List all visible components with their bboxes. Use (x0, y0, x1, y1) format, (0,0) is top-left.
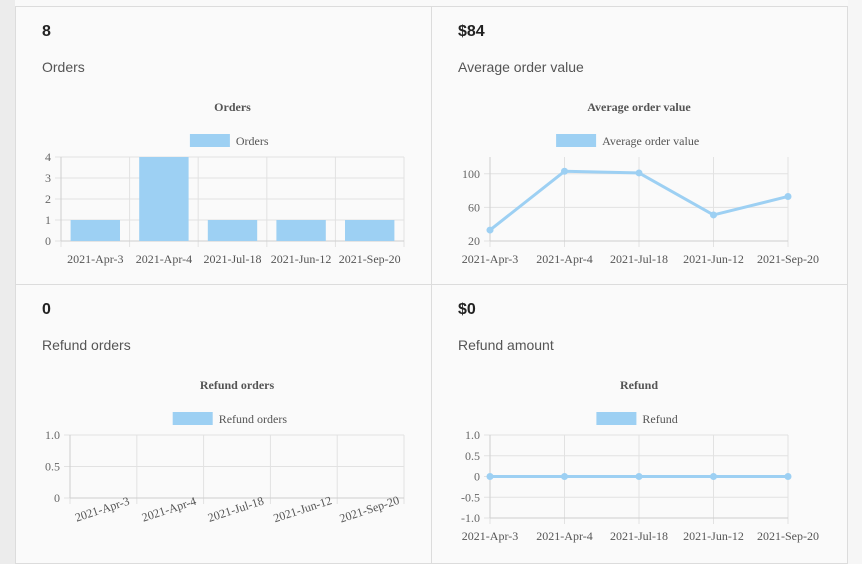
x-tick-label: 2021-Apr-3 (462, 252, 518, 266)
bar (139, 157, 189, 241)
refund-amount-card: $0 Refund amount Refund Refund -1.0 -0.5 0 0.… (431, 284, 848, 564)
x-tick-label: 2021-Jun-12 (683, 529, 744, 543)
refund-orders-card: 0 Refund orders Refund orders Refund orde… (15, 284, 432, 564)
data-point (635, 169, 643, 177)
x-tick-label: 2021-Sep-20 (757, 529, 819, 543)
y-tick-label: 1.0 (465, 428, 480, 442)
x-tick-label: 2021-Apr-4 (136, 252, 192, 266)
bar (70, 220, 120, 241)
orders-label: Orders (42, 59, 85, 75)
chart-title: Refund orders (200, 378, 275, 392)
legend-swatch (189, 134, 230, 147)
orders-count: 8 (42, 23, 51, 40)
refund-orders-count: 0 (42, 301, 51, 318)
y-tick-label: 3 (45, 171, 51, 185)
refund-orders-label: Refund orders (42, 337, 131, 353)
data-point (635, 473, 643, 480)
orders-card: 8 Orders Orders Orders 0 1 2 3 4 2021-Apr-3 2021… (15, 6, 432, 285)
y-tick-label: 2 (45, 192, 51, 206)
average-order-value-chart: Average order value Average order value 20… (462, 100, 819, 266)
legend-swatch (596, 412, 637, 425)
data-point (710, 211, 717, 219)
legend-label: Refund orders (219, 412, 288, 426)
chart-title: Refund (620, 378, 658, 392)
legend-label: Average order value (602, 134, 699, 148)
x-tick-label: 2021-Apr-3 (67, 252, 123, 266)
data-point (784, 192, 792, 200)
data-point (561, 473, 568, 480)
x-tick-label: 2021-Sep-20 (339, 252, 401, 266)
y-tick-label: -0.5 (461, 490, 480, 504)
data-point (561, 167, 568, 175)
data-point (486, 473, 494, 480)
x-tick-label: 2021-Jun-12 (271, 252, 332, 266)
y-tick-label: 60 (468, 200, 480, 214)
bar (276, 220, 326, 241)
y-tick-label: 1.0 (45, 428, 60, 442)
left-edge (0, 0, 16, 564)
x-tick-label: 2021-Apr-3 (462, 529, 518, 543)
y-tick-label: -1.0 (461, 511, 480, 525)
refund-amount-label: Refund amount (458, 337, 554, 353)
y-tick-label: 0.5 (45, 460, 60, 474)
average-order-value: $84 (458, 23, 485, 40)
x-tick-label: 2021-Apr-4 (536, 252, 592, 266)
x-tick-label: 2021-Jun-12 (683, 252, 744, 266)
average-order-value-card: $84 Average order value Average order va… (431, 6, 848, 285)
average-order-value-label: Average order value (458, 59, 584, 75)
x-tick-label: 2021-Jul-18 (610, 529, 668, 543)
y-tick-label: 0 (54, 491, 60, 505)
orders-chart: Orders Orders 0 1 2 3 4 2021-Apr-3 2021-Apr-4 202… (45, 100, 405, 266)
y-tick-label: 100 (462, 167, 480, 181)
refund-amount: $0 (458, 301, 476, 318)
bar (207, 220, 258, 241)
data-point (784, 473, 792, 480)
legend-label: Orders (236, 134, 269, 148)
y-tick-label: 1 (45, 213, 51, 227)
y-tick-label: 0 (474, 470, 480, 484)
data-point (486, 226, 494, 234)
y-tick-label: 4 (45, 150, 51, 164)
x-tick-label: 2021-Jul-18 (610, 252, 668, 266)
x-tick-label: 2021-Sep-20 (757, 252, 819, 266)
chart-title: Average order value (587, 100, 691, 114)
y-tick-label: 0 (45, 234, 51, 248)
y-tick-label: 0.5 (465, 449, 480, 463)
bar (345, 220, 395, 241)
chart-title: Orders (214, 100, 251, 114)
data-point (710, 473, 717, 480)
legend-label: Refund (642, 412, 677, 426)
refund-orders-chart: Refund ordersRefund orders00.51.02021-Ap… (45, 378, 405, 525)
x-tick-label: 2021-Jul-18 (204, 252, 262, 266)
y-tick-label: 20 (468, 234, 480, 248)
refund-amount-chart: Refund Refund -1.0 -0.5 0 0.5 1.0 2021-Apr-3 202… (461, 378, 819, 543)
legend-swatch (556, 134, 597, 147)
x-tick-label: 2021-Apr-4 (536, 529, 592, 543)
legend-swatch (172, 412, 213, 425)
